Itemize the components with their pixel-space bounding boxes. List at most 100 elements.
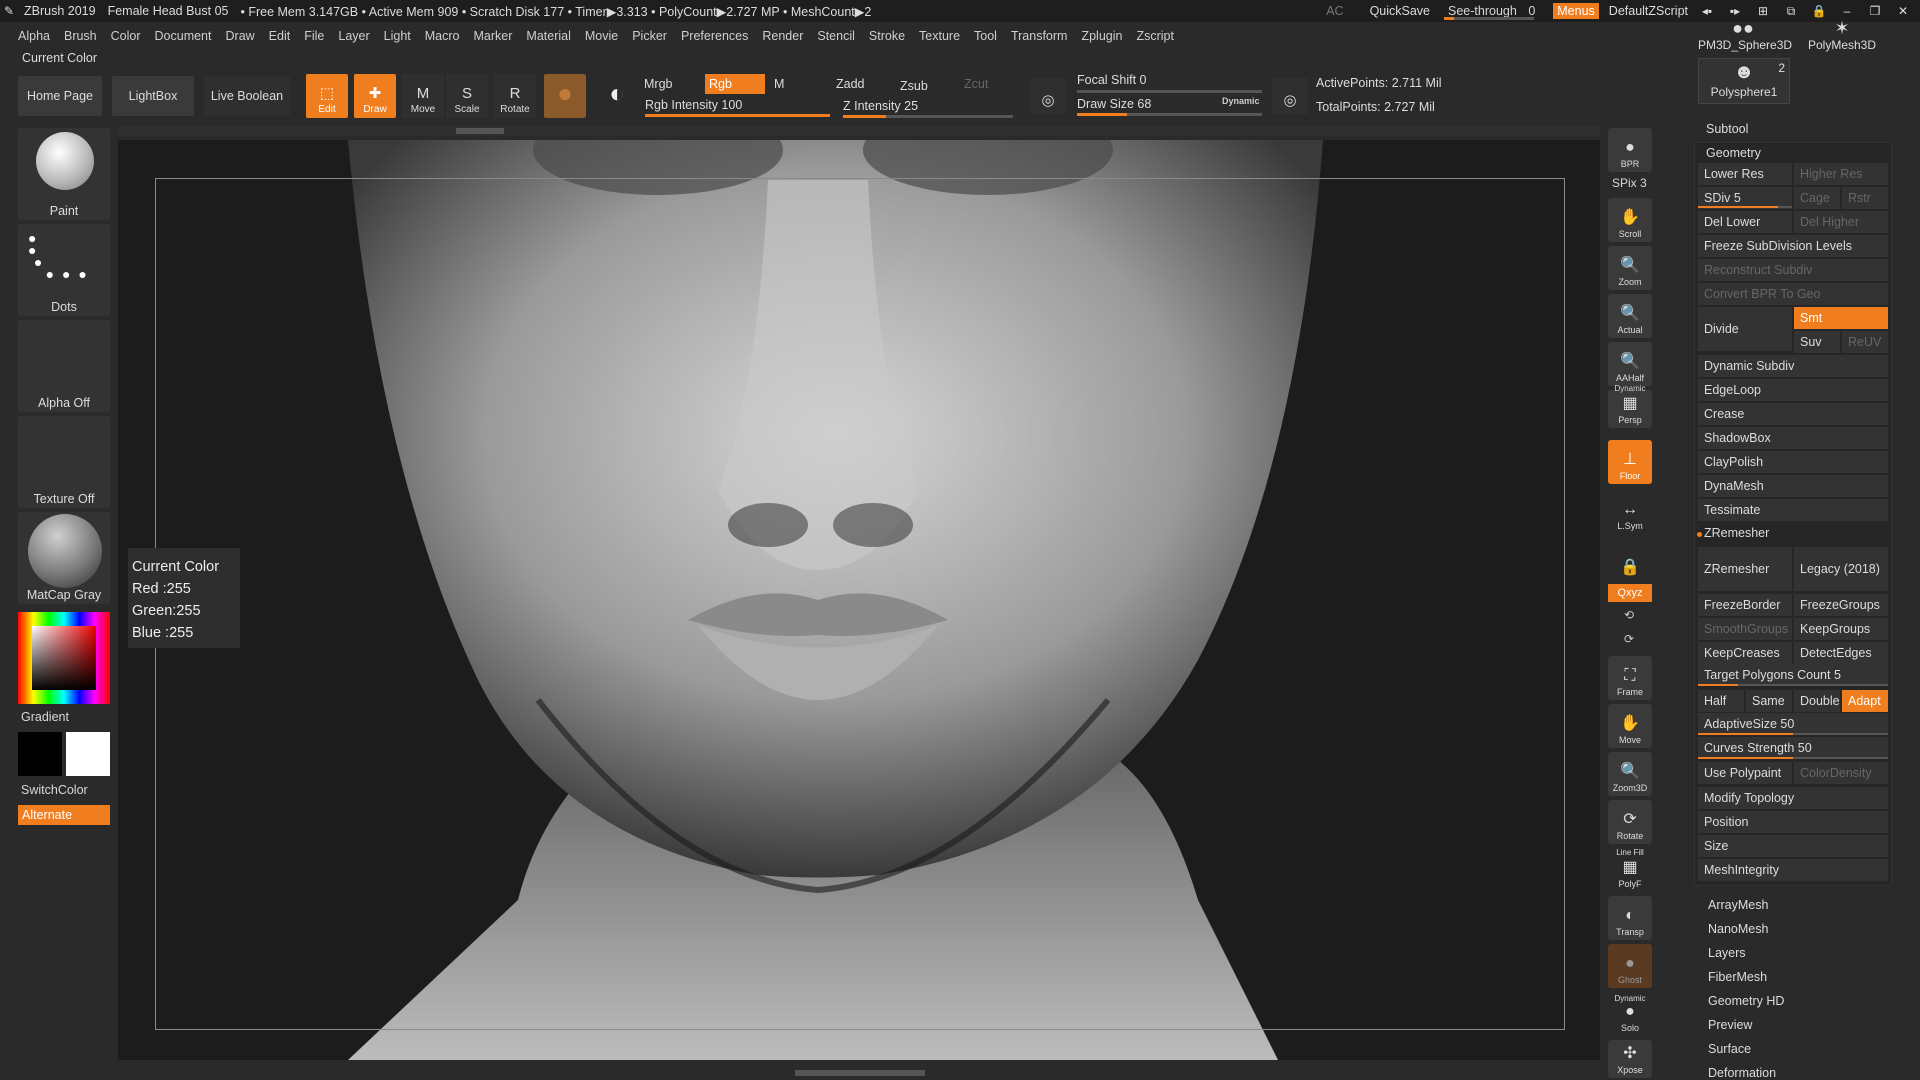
focal-shift-toggle[interactable]: ◎ xyxy=(1030,78,1066,114)
rstr-button[interactable]: Rstr xyxy=(1842,187,1888,209)
layout-swap-icon[interactable]: ⧉ xyxy=(1782,4,1800,19)
zadd-button[interactable]: Zadd xyxy=(832,74,869,94)
alpha-selector[interactable]: Alpha Off xyxy=(18,320,110,412)
suv-toggle[interactable]: Suv xyxy=(1794,331,1840,353)
ruler-thumb[interactable] xyxy=(456,128,504,134)
same-button[interactable]: Same xyxy=(1746,690,1792,712)
subtool-thumb-polymesh[interactable]: ✶ PolyMesh3D xyxy=(1802,18,1882,56)
menu-render[interactable]: Render xyxy=(762,29,803,43)
solo-button[interactable]: Dynamic ● Solo xyxy=(1608,992,1652,1036)
lock-icon[interactable]: 🔒 xyxy=(1810,4,1828,18)
draw-mode-button[interactable]: ✚ Draw xyxy=(354,74,396,118)
lock-axis-button[interactable]: 🔒 xyxy=(1608,538,1652,582)
home-page-button[interactable]: Home Page xyxy=(18,76,102,116)
aahalf-button[interactable]: 🔍 AAHalf xyxy=(1608,342,1652,386)
quicksave-button[interactable]: QuickSave xyxy=(1370,4,1430,18)
menu-brush[interactable]: Brush xyxy=(64,29,97,43)
canvas-bottom-scroll[interactable] xyxy=(795,1070,925,1076)
menu-movie[interactable]: Movie xyxy=(585,29,618,43)
menu-light[interactable]: Light xyxy=(384,29,411,43)
smt-toggle[interactable]: Smt xyxy=(1794,307,1888,329)
menu-layer[interactable]: Layer xyxy=(338,29,369,43)
divide-button[interactable]: Divide xyxy=(1698,307,1792,351)
stroke-selector[interactable]: ● ● ● ● ● ● Dots xyxy=(18,224,110,316)
minimize-icon[interactable]: – xyxy=(1838,4,1856,18)
seethrough-slider[interactable]: See-through 0 xyxy=(1440,4,1543,20)
dynamic-subdiv-button[interactable]: Dynamic Subdiv xyxy=(1698,355,1888,377)
size-button[interactable]: Size xyxy=(1698,835,1888,857)
m-button[interactable]: M xyxy=(770,74,788,94)
use-polypaint-button[interactable]: Use Polypaint xyxy=(1698,762,1792,784)
alternate-button[interactable]: Alternate xyxy=(18,805,110,825)
focal-shift-label[interactable]: Focal Shift 0 xyxy=(1077,73,1146,87)
draw-size-toggle[interactable]: ◎ xyxy=(1272,78,1308,114)
deformation-header[interactable]: Deformation xyxy=(1708,1066,1776,1080)
live-boolean-button[interactable]: Live Boolean xyxy=(204,76,290,116)
crease-button[interactable]: Crease xyxy=(1698,403,1888,425)
reconstruct-subdiv-button[interactable]: Reconstruct Subdiv xyxy=(1698,259,1888,281)
subtool-thumb-pm3d[interactable]: ●● PM3D_Sphere3D xyxy=(1698,18,1792,56)
move-mode-button[interactable]: M Move xyxy=(402,74,444,118)
lightbox-button[interactable]: LightBox xyxy=(112,76,194,116)
rotate-view-button[interactable]: ⟳ Rotate xyxy=(1608,800,1652,844)
menu-edit[interactable]: Edit xyxy=(269,29,291,43)
menu-picker[interactable]: Picker xyxy=(632,29,667,43)
menu-material[interactable]: Material xyxy=(526,29,570,43)
z-intensity-label[interactable]: Z Intensity 25 xyxy=(843,99,918,113)
smoothgroups-slider[interactable]: SmoothGroups xyxy=(1698,618,1792,640)
convert-bpr-button[interactable]: Convert BPR To Geo xyxy=(1698,283,1888,305)
draw-size-label[interactable]: Draw Size 68 xyxy=(1077,97,1151,111)
position-button[interactable]: Position xyxy=(1698,811,1888,833)
rgb-intensity-label[interactable]: Rgb Intensity 100 xyxy=(645,98,742,112)
rotate-mode-button[interactable]: R Rotate xyxy=(494,74,536,118)
xpose-button[interactable]: ✣ Xpose xyxy=(1608,1040,1652,1078)
palette-right-icon[interactable]: ▪▸ xyxy=(1726,4,1744,18)
menu-draw[interactable]: Draw xyxy=(226,29,255,43)
menu-document[interactable]: Document xyxy=(155,29,212,43)
layout-icon[interactable]: ⊞ xyxy=(1754,4,1772,18)
color-sphere-button[interactable]: ◐ xyxy=(596,74,638,118)
focal-shift-track[interactable] xyxy=(1077,90,1262,93)
menu-zplugin[interactable]: Zplugin xyxy=(1081,29,1122,43)
freeze-subdiv-button[interactable]: Freeze SubDivision Levels xyxy=(1698,235,1888,257)
zcut-button[interactable]: Zcut xyxy=(960,74,992,94)
menu-preferences[interactable]: Preferences xyxy=(681,29,748,43)
ac-label[interactable]: AC xyxy=(1326,4,1343,18)
menu-color[interactable]: Color xyxy=(111,29,141,43)
secondary-color-swatch[interactable] xyxy=(18,732,62,776)
tessimate-button[interactable]: Tessimate xyxy=(1698,499,1888,521)
menu-transform[interactable]: Transform xyxy=(1011,29,1068,43)
rotate-z-icon[interactable]: ⟳ xyxy=(1624,632,1634,646)
menu-stencil[interactable]: Stencil xyxy=(817,29,855,43)
lsym-button[interactable]: ↔ L.Sym xyxy=(1608,490,1652,534)
zoom-button[interactable]: 🔍 Zoom xyxy=(1608,246,1652,290)
mrgb-button[interactable]: Mrgb xyxy=(640,74,676,94)
ghost-button[interactable]: ● Ghost xyxy=(1608,944,1652,988)
menu-file[interactable]: File xyxy=(304,29,324,43)
bpr-button[interactable]: ● BPR xyxy=(1608,128,1652,172)
legacy-button[interactable]: Legacy (2018) xyxy=(1794,547,1888,591)
material-selector[interactable]: MatCap Gray xyxy=(18,512,110,604)
lower-res-button[interactable]: Lower Res xyxy=(1698,163,1792,185)
texture-selector[interactable]: Texture Off xyxy=(18,416,110,508)
actual-button[interactable]: 🔍 Actual xyxy=(1608,294,1652,338)
nanomesh-header[interactable]: NanoMesh xyxy=(1708,922,1768,936)
target-polygons-slider[interactable]: Target Polygons Count 5 xyxy=(1698,664,1888,686)
detectedges-button[interactable]: DetectEdges xyxy=(1794,642,1888,664)
color-density-slider[interactable]: ColorDensity xyxy=(1794,762,1888,784)
menu-tool[interactable]: Tool xyxy=(974,29,997,43)
menus-button[interactable]: Menus xyxy=(1553,3,1599,19)
gradient-label[interactable]: Gradient xyxy=(21,710,69,724)
shadowbox-button[interactable]: ShadowBox xyxy=(1698,427,1888,449)
claypolish-button[interactable]: ClayPolish xyxy=(1698,451,1888,473)
freezeborder-button[interactable]: FreezeBorder xyxy=(1698,594,1792,616)
canvas-scroll-ruler[interactable] xyxy=(118,126,1600,136)
default-zscript-button[interactable]: DefaultZScript xyxy=(1609,4,1688,18)
persp-button[interactable]: Dynamic ▦ Persp xyxy=(1608,384,1652,428)
del-lower-button[interactable]: Del Lower xyxy=(1698,211,1792,233)
half-button[interactable]: Half xyxy=(1698,690,1744,712)
fibermesh-header[interactable]: FiberMesh xyxy=(1708,970,1767,984)
rgb-button[interactable]: Rgb xyxy=(705,74,765,94)
switchcolor-button[interactable]: SwitchColor xyxy=(21,783,88,797)
restore-icon[interactable]: ❐ xyxy=(1866,4,1884,18)
